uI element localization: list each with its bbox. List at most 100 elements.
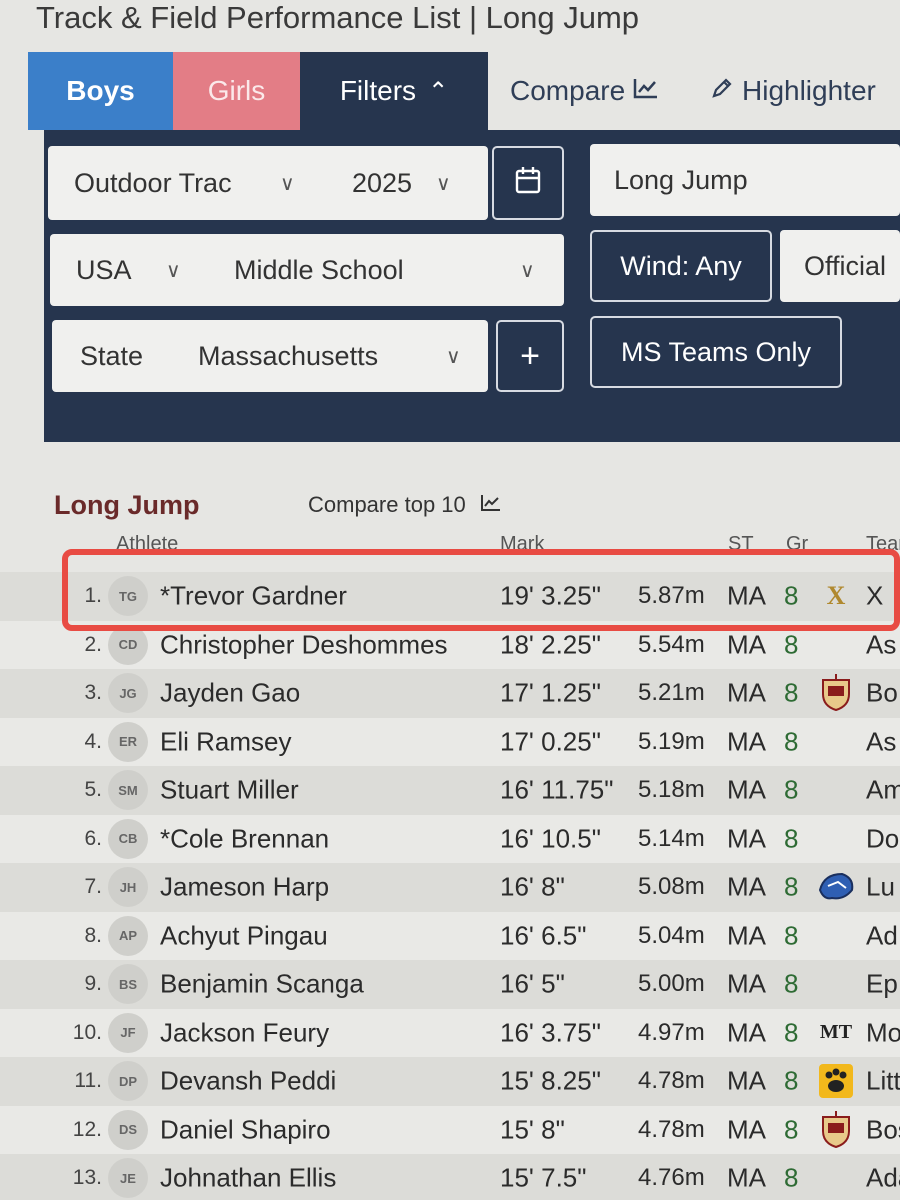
calendar-button[interactable] [492,146,564,220]
season-select[interactable]: Outdoor Trac [74,168,232,199]
state: MA [727,823,766,854]
metric-mark: 4.76m [638,1164,705,1192]
athlete-name[interactable]: *Cole Brennan [160,823,329,854]
col-gr[interactable]: Gr [786,533,808,556]
compare-link[interactable]: Compare [510,52,659,130]
team-logo-icon[interactable] [816,964,856,1004]
athlete-name[interactable]: Johnathan Ellis [160,1163,336,1194]
mark: 16' 11.75" [500,774,614,805]
athlete-name[interactable]: Eli Ramsey [160,726,291,757]
team-logo-icon[interactable] [816,770,856,810]
team-name[interactable]: X [866,581,883,612]
avatar: DS [108,1109,148,1150]
avatar: BS [108,964,148,1005]
tab-boys[interactable]: Boys [28,52,173,130]
avatar: ER [108,721,148,762]
line-chart-icon [480,492,502,517]
compare-top-link[interactable]: Compare top 10 [308,492,502,518]
team-name[interactable]: Bos [866,1114,900,1145]
mark: 16' 3.75" [500,1017,601,1048]
table-row[interactable]: 4. ER Eli Ramsey 17' 0.25" 5.19m MA 8 As [0,717,900,766]
team-logo-icon[interactable] [816,1158,856,1198]
region-type-select[interactable]: State [80,341,143,372]
athlete-name[interactable]: Achyut Pingau [160,920,328,951]
table-row[interactable]: 3. JG Jayden Gao 17' 1.25" 5.21m MA 8 Bo [0,669,900,718]
team-logo-icon[interactable] [816,722,856,762]
table-row[interactable]: 8. AP Achyut Pingau 16' 6.5" 5.04m MA 8 Ad [0,911,900,960]
team-logo-icon[interactable]: MT [816,1013,856,1053]
col-team[interactable]: Team [866,533,900,556]
grade: 8 [784,580,799,611]
table-row[interactable]: 1. TG *Trevor Gardner 19' 3.25" 5.87m MA 8 X X [0,572,900,621]
team-name[interactable]: Do [866,823,899,854]
team-logo-icon[interactable] [816,916,856,956]
tab-girls[interactable]: Girls [173,52,300,130]
tab-filters[interactable]: Filters ⌃ [300,52,488,130]
avatar: TG [108,576,148,617]
col-athlete[interactable]: Athlete [116,533,178,556]
tab-boys-label: Boys [66,75,135,106]
state: MA [727,774,766,805]
team-name[interactable]: Ada [866,1163,900,1194]
add-filter-button[interactable]: + [496,320,564,392]
state: MA [727,920,766,951]
table-row[interactable]: 5. SM Stuart Miller 16' 11.75" 5.18m MA 8 Am [0,766,900,815]
avatar: CD [108,624,148,665]
table-row[interactable]: 12.DS Daniel Shapiro 15' 8" 4.78m MA 8 Bos [0,1105,900,1154]
table-row[interactable]: 7. JH Jameson Harp 16' 8" 5.08m MA 8 Lu [0,863,900,912]
year-select[interactable]: 2025 [352,168,422,199]
team-name[interactable]: Litt [866,1066,900,1097]
chevron-up-icon: ⌃ [428,77,449,105]
calendar-icon [514,165,542,202]
highlighter-link[interactable]: Highlighter [710,52,876,130]
table-row[interactable]: 6. CB *Cole Brennan 16' 10.5" 5.14m MA 8 Do [0,814,900,863]
athlete-name[interactable]: Jackson Feury [160,1017,329,1048]
table-row[interactable]: 11. DP Devansh Peddi 15' 8.25" 4.78m MA 8 Litt [0,1057,900,1106]
athlete-name[interactable]: Christopher Deshommes [160,629,448,660]
rank: 6. [84,826,102,850]
team-logo-icon[interactable] [816,819,856,859]
chevron-down-icon: ∨ [446,345,461,368]
table-row[interactable]: 2. CD Christopher Deshommes 18' 2.25" 5.54m M… [0,620,900,669]
athlete-name[interactable]: *Trevor Gardner [160,581,347,612]
team-logo-icon[interactable] [816,1110,856,1150]
avatar: JH [108,867,148,908]
region-select[interactable]: Massachusetts [198,341,378,372]
athlete-name[interactable]: Jameson Harp [160,872,329,903]
avatar: JG [108,673,148,714]
athlete-name[interactable]: Jayden Gao [160,678,300,709]
team-logo-icon[interactable] [816,673,856,713]
team-logo-icon[interactable] [816,867,856,907]
athlete-name[interactable]: Stuart Miller [160,775,299,806]
team-logo-icon[interactable]: X [816,576,856,616]
team-name[interactable]: Bo [866,678,898,709]
chevron-down-icon: ∨ [436,172,451,195]
team-logo-icon[interactable] [816,1061,856,1101]
team-name[interactable]: Ep [866,969,898,1000]
country-select[interactable]: USA [76,255,132,286]
event-select[interactable]: Long Jump [590,144,900,216]
table-row[interactable]: 9. BS Benjamin Scanga 16' 5" 5.00m MA 8 Ep [0,960,900,1009]
team-name[interactable]: Am [866,775,900,806]
team-name[interactable]: Lu [866,872,895,903]
col-st[interactable]: ST [728,533,754,556]
athlete-name[interactable]: Benjamin Scanga [160,969,364,1000]
team-name[interactable]: As [866,726,896,757]
team-logo-icon[interactable] [816,625,856,665]
table-row[interactable]: 13.JE Johnathan Ellis 15' 7.5" 4.76m MA 8 Ada [0,1154,900,1200]
official-toggle[interactable]: Official [780,230,900,302]
filter-panel: Outdoor Trac ∨ 2025 ∨ Long Jump USA ∨ Mi… [44,130,900,442]
team-name[interactable]: As [866,629,896,660]
results-list: 1. TG *Trevor Gardner 19' 3.25" 5.87m MA 8 X X 2.… [0,572,900,1200]
athlete-name[interactable]: Daniel Shapiro [160,1114,331,1145]
ms-teams-only-button[interactable]: MS Teams Only [590,316,842,388]
table-row[interactable]: 10. JF Jackson Feury 16' 3.75" 4.97m MA 8 MT Mo [0,1008,900,1057]
ms-teams-only-label: MS Teams Only [620,336,812,367]
col-mark[interactable]: Mark [500,533,544,556]
grade: 8 [784,1162,799,1193]
team-name[interactable]: Mo [866,1017,900,1048]
team-name[interactable]: Ad [866,920,898,951]
level-select[interactable]: Middle School [234,255,404,286]
athlete-name[interactable]: Devansh Peddi [160,1066,336,1097]
wind-button[interactable]: Wind: Any [590,230,772,302]
